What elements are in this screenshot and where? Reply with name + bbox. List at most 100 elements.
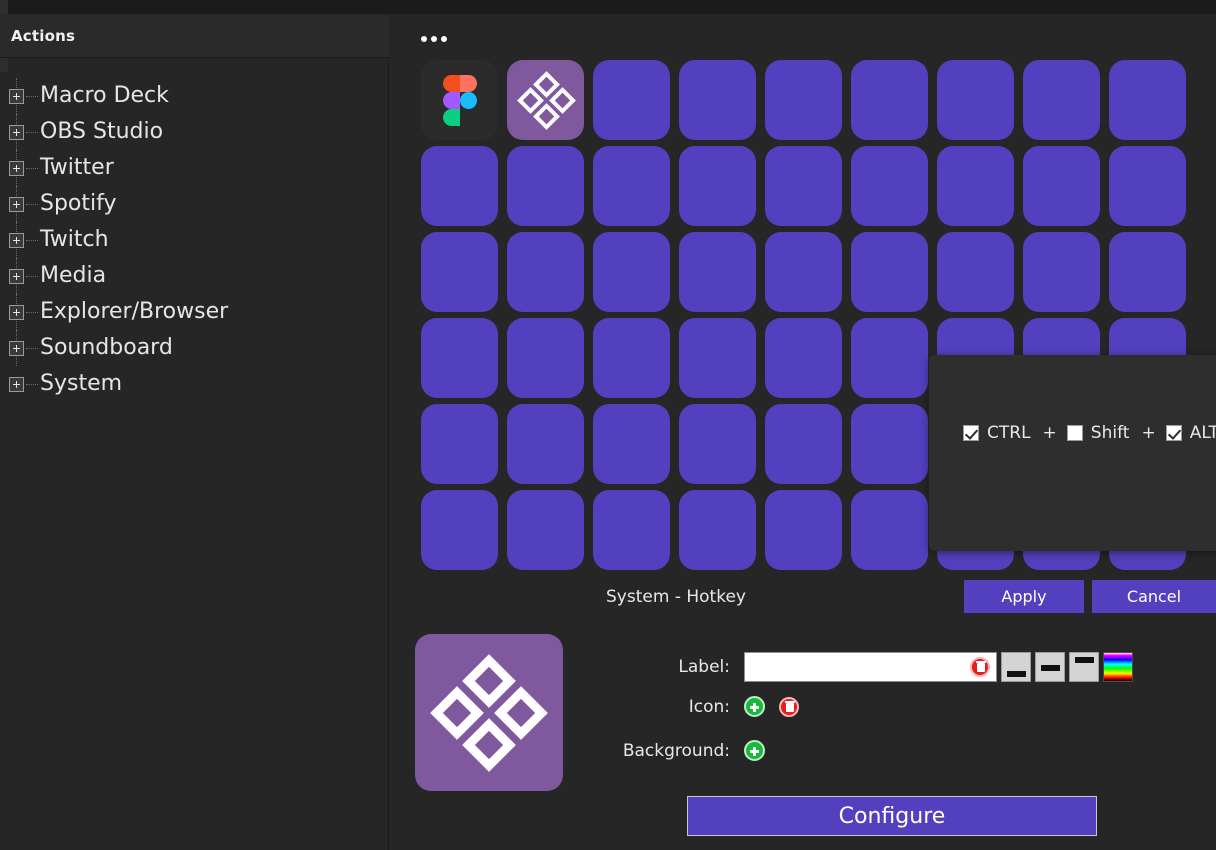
deck-cell[interactable] [593,318,670,398]
sidebar-item-label: Macro Deck [40,83,169,108]
deck-cell[interactable] [851,404,928,484]
alt-label: ALT [1189,423,1216,443]
sidebar-item-system[interactable]: System [0,366,389,402]
plus-icon[interactable] [9,304,24,320]
sidebar-item-obs-studio[interactable]: OBS Studio [0,114,389,150]
icon-add-button[interactable] [744,696,765,717]
button-config-panel: Label: Icon: Background: Configure [390,626,1216,850]
sidebar-title: Actions [11,26,76,45]
cancel-button[interactable]: Cancel [1092,580,1216,613]
actions-sidebar: Actions Macro Deck OBS Studio Twitter Spoti… [0,14,389,850]
deck-cell[interactable] [679,146,756,226]
deck-cell[interactable] [679,60,756,140]
align-top-button[interactable] [1069,652,1099,682]
deck-cell[interactable] [851,232,928,312]
tree-dash [26,275,38,277]
deck-cell[interactable] [507,318,584,398]
sidebar-item-label: Spotify [40,191,117,216]
configure-button[interactable]: Configure [687,796,1097,836]
deck-cell[interactable] [765,60,842,140]
dot-2 [431,36,437,42]
deck-cell[interactable] [679,318,756,398]
background-add-button[interactable] [744,740,765,761]
apply-button[interactable]: Apply [964,580,1084,613]
deck-cell[interactable] [765,490,842,570]
deck-cell[interactable] [593,146,670,226]
deck-cell-selected[interactable] [507,60,584,140]
icon-caption: Icon: [688,696,730,717]
plus-icon[interactable] [9,160,24,176]
deck-cell[interactable] [765,146,842,226]
deck-cell[interactable] [1023,232,1100,312]
label-input[interactable] [745,654,960,680]
deck-cell[interactable] [421,404,498,484]
plus-icon[interactable] [9,340,24,356]
deck-cell[interactable] [507,146,584,226]
deck-main-area: X CTRL + Shift + ALT + K Save System - [390,14,1216,850]
sidebar-header: Actions [0,14,389,58]
plus-icon[interactable] [9,268,24,284]
button-preview-tile[interactable] [415,634,563,791]
plus-icon[interactable] [9,88,24,104]
ctrl-checkbox[interactable] [963,425,979,441]
align-middle-button[interactable] [1035,652,1065,682]
sidebar-item-explorer-browser[interactable]: Explorer/Browser [0,294,389,330]
deck-cell[interactable] [937,146,1014,226]
sidebar-item-label: Twitter [40,155,114,180]
deck-cell[interactable] [679,232,756,312]
hotkey-modifier-row: CTRL + Shift + ALT + K [963,417,1216,449]
deck-cell[interactable] [765,232,842,312]
deck-cell[interactable] [679,404,756,484]
hotkey-dialog: X CTRL + Shift + ALT + K Save [929,355,1216,551]
deck-cell[interactable] [507,232,584,312]
sidebar-item-twitch[interactable]: Twitch [0,222,389,258]
deck-cell[interactable] [507,404,584,484]
deck-cell[interactable] [765,404,842,484]
deck-cell[interactable] [851,318,928,398]
deck-cell[interactable] [1109,146,1186,226]
deck-cell[interactable] [593,232,670,312]
plus-icon[interactable] [9,124,24,140]
deck-cell[interactable] [851,146,928,226]
deck-cell[interactable] [851,60,928,140]
deck-cell[interactable] [1023,60,1100,140]
deck-cell[interactable] [1109,232,1186,312]
sidebar-item-soundboard[interactable]: Soundboard [0,330,389,366]
deck-cell[interactable] [765,318,842,398]
deck-cell[interactable] [1023,146,1100,226]
sidebar-item-macro-deck[interactable]: Macro Deck [0,78,389,114]
sidebar-item-twitter[interactable]: Twitter [0,150,389,186]
deck-cell[interactable] [937,232,1014,312]
align-bottom-button[interactable] [1001,652,1031,682]
deck-cell[interactable] [421,490,498,570]
deck-cell[interactable] [507,490,584,570]
actions-tree: Macro Deck OBS Studio Twitter Spotify Twitch… [0,72,389,402]
tree-dash [26,383,38,385]
sidebar-item-media[interactable]: Media [0,258,389,294]
label-clear-trash-icon[interactable] [970,657,990,677]
plus-icon[interactable] [9,376,24,392]
deck-cell[interactable] [937,60,1014,140]
sidebar-item-label: Media [40,263,107,288]
plus-icon[interactable] [9,196,24,212]
deck-cell[interactable] [593,60,670,140]
deck-cell[interactable] [1109,60,1186,140]
deck-cell[interactable] [851,490,928,570]
deck-cell[interactable] [421,318,498,398]
deck-cell[interactable] [421,232,498,312]
plus-icon[interactable] [9,232,24,248]
deck-cell[interactable] [593,404,670,484]
deck-cell-figma[interactable] [421,60,498,140]
label-row: Label: [590,652,1133,682]
shift-checkbox[interactable] [1066,425,1083,441]
macro-deck-logo-icon [430,653,548,772]
icon-delete-button[interactable] [779,696,799,717]
sidebar-item-spotify[interactable]: Spotify [0,186,389,222]
label-input-wrap[interactable] [744,652,997,682]
more-options-icon[interactable] [421,36,447,42]
deck-cell[interactable] [679,490,756,570]
deck-cell[interactable] [421,146,498,226]
alt-checkbox[interactable] [1165,425,1182,441]
deck-cell[interactable] [593,490,670,570]
color-picker-icon[interactable] [1103,652,1133,682]
